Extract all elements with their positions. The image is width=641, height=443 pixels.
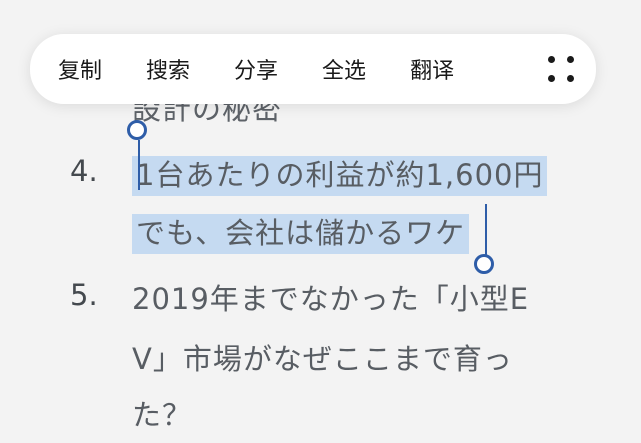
list-item-line: 1台あたりの利益が約1,600円 xyxy=(132,152,548,196)
list-item-line: でも、会社は儲かるワケ xyxy=(132,210,470,254)
search-menu-item[interactable]: 搜索 xyxy=(146,53,190,85)
list-item-line: た？ xyxy=(132,398,193,432)
selection-start-handle-bar[interactable] xyxy=(138,140,140,190)
select-all-menu-item[interactable]: 全选 xyxy=(322,53,366,85)
list-item-line: V」市場がなぜここまで育っ xyxy=(132,342,513,376)
selected-text[interactable]: でも、会社は儲かるワケ xyxy=(132,214,470,254)
translate-menu-item[interactable]: 翻译 xyxy=(410,53,454,85)
selected-text[interactable]: 1台あたりの利益が約1,600円 xyxy=(132,156,548,196)
list-item-number: 4. xyxy=(70,154,98,188)
list-item-line: 2019年までなかった「小型E xyxy=(132,282,530,316)
selection-end-handle[interactable] xyxy=(474,254,494,274)
share-menu-item[interactable]: 分享 xyxy=(234,53,278,85)
selection-start-handle[interactable] xyxy=(127,120,147,140)
copy-menu-item[interactable]: 复制 xyxy=(58,53,102,85)
list-item-number: 5. xyxy=(70,278,98,312)
text-selection-menu: 复制 搜索 分享 全选 翻译 xyxy=(30,34,596,104)
more-grid-icon[interactable] xyxy=(546,54,576,84)
